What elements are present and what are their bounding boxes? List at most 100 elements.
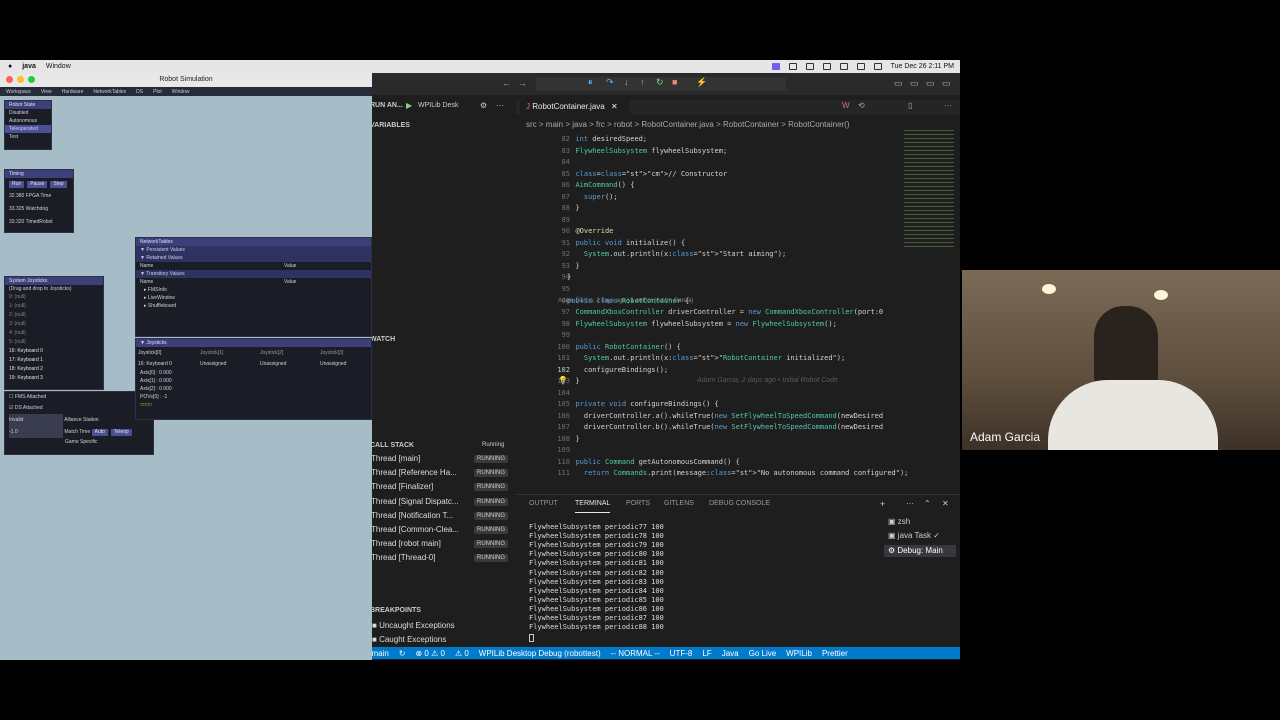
step-button[interactable]: Step <box>50 181 67 188</box>
gear-icon[interactable]: ⚙ <box>480 101 487 110</box>
more-icon[interactable]: ··· <box>906 499 914 508</box>
panel-tab-terminal[interactable]: TERMINAL <box>575 500 610 507</box>
state-disabled[interactable]: Disabled <box>5 109 51 117</box>
panel-tab-ports[interactable]: PORTS <box>626 500 650 507</box>
lightning-icon[interactable]: ⚡ <box>696 77 707 88</box>
system-joystick-item[interactable]: 0: (null) <box>5 293 103 302</box>
tab-robotcontainer[interactable]: J RobotContainer.java ✕ <box>520 100 630 114</box>
encoding-status[interactable]: UTF-8 <box>670 649 693 658</box>
debug-config-status[interactable]: WPILib Desktop Debug (robottest) <box>479 649 601 658</box>
prettier-status[interactable]: Prettier <box>822 649 848 658</box>
system-joystick-item[interactable]: 4: (null) <box>5 329 103 338</box>
robot-state-title[interactable]: Robot State <box>5 101 51 109</box>
language-status[interactable]: Java <box>722 649 739 658</box>
nt-item[interactable]: ▸ FMSInfo <box>136 286 371 294</box>
tray-icon[interactable] <box>822 63 831 70</box>
code-line[interactable]: System.out.println(x:class="st">"RobotCo… <box>567 354 845 362</box>
step-over-icon[interactable]: ↷ <box>606 77 614 88</box>
thread-row[interactable]: Thread [Common-Clea... RUNNING <box>348 525 516 538</box>
sim-menu-view[interactable]: View <box>41 89 52 95</box>
sim-menu-plot[interactable]: Plot <box>153 89 162 95</box>
code-line[interactable]: public Command getAutonomousCommand() { <box>567 458 739 466</box>
watch-header[interactable]: WATCH <box>370 336 395 343</box>
persistent-values[interactable]: ▼ Persistent Values <box>136 246 371 254</box>
more-icon[interactable]: ··· <box>496 101 504 110</box>
code-line[interactable]: } <box>567 377 579 385</box>
menu-window[interactable]: Window <box>46 63 71 70</box>
code-line[interactable]: } <box>567 273 571 281</box>
debug-pause-icon[interactable]: ⏸ <box>588 77 593 88</box>
code-line[interactable]: private void configureBindings() { <box>567 400 718 408</box>
forward-icon[interactable]: → <box>518 78 527 88</box>
code-line[interactable]: FlywheelSubsystem flywheelSubsystem; <box>567 147 727 155</box>
bp-caught[interactable]: ■ Caught Exceptions <box>372 635 446 644</box>
code-line[interactable]: CommandXboxController driverController =… <box>567 308 883 316</box>
sim-menu-workspace[interactable]: Workspace <box>6 89 31 95</box>
auto-button[interactable]: Auto <box>91 429 108 436</box>
minimap[interactable] <box>904 130 954 250</box>
networktables-title[interactable]: NetworkTables <box>136 238 371 246</box>
code-line[interactable]: @Override <box>567 227 613 235</box>
wifi-icon[interactable] <box>856 63 865 70</box>
screen-record-icon[interactable] <box>771 63 780 70</box>
warnings-status[interactable]: ⚠ 0 <box>455 649 469 658</box>
layout-icon[interactable]: ▭ <box>894 78 903 89</box>
alliance-select[interactable]: Invalid <box>9 414 63 426</box>
code-line[interactable]: public class RobotContainer { <box>567 297 689 305</box>
ds-attached[interactable]: ☑ DS Attached <box>5 403 153 414</box>
retained-values[interactable]: ▼ Retained Values <box>136 254 371 262</box>
state-teleoperated[interactable]: Teleoperated <box>5 125 51 133</box>
panel-tab-debug-console[interactable]: DEBUG CONSOLE <box>709 500 770 507</box>
bp-uncaught[interactable]: ■ Uncaught Exceptions <box>372 621 455 630</box>
menu-clock[interactable]: Tue Dec 26 2:11 PM <box>891 63 954 70</box>
code-line[interactable]: super(); <box>567 193 618 201</box>
layout-icon[interactable]: ▭ <box>926 78 935 89</box>
code-line[interactable]: AimCommand() { <box>567 181 634 189</box>
system-joystick-item[interactable]: 5: (null) <box>5 338 103 347</box>
code-line[interactable]: return Commands.print(message:class="st"… <box>567 469 909 477</box>
close-icon[interactable]: ✕ <box>942 499 949 508</box>
thread-row[interactable]: Thread [robot main] RUNNING <box>348 539 516 552</box>
code-line[interactable]: configureBindings(); <box>567 366 668 374</box>
panel-tab-output[interactable]: OUTPUT <box>529 500 558 507</box>
sim-menu-window[interactable]: Window <box>172 89 190 95</box>
stop-icon[interactable]: ■ <box>672 77 677 87</box>
nt-item[interactable]: ▸ Shuffleboard <box>136 302 371 310</box>
teleop-button[interactable]: Teleop <box>110 429 132 436</box>
apple-icon[interactable]: ● <box>8 63 12 70</box>
split-editor-icon[interactable]: ▯ <box>908 101 912 110</box>
system-joystick-item[interactable]: 18: Keyboard 2 <box>5 365 103 374</box>
code-line[interactable]: } <box>567 204 579 212</box>
zoom-window-icon[interactable] <box>28 76 35 83</box>
run-button[interactable]: Run <box>9 181 25 188</box>
nt-item[interactable]: ▸ LiveWindow <box>136 294 371 302</box>
joystick-col[interactable]: Joystick[2] <box>260 347 283 359</box>
session-zsh[interactable]: ▣ zsh <box>888 517 910 526</box>
thread-row[interactable]: Thread [Finalizer] RUNNING <box>348 482 516 495</box>
new-terminal-icon[interactable]: + <box>880 499 885 509</box>
code-line[interactable]: public void initialize() { <box>567 239 685 247</box>
timing-title[interactable]: Timing <box>5 170 73 178</box>
close-icon[interactable]: ✕ <box>611 102 618 111</box>
go-live-button[interactable]: Go Live <box>749 649 777 658</box>
session-java[interactable]: ▣ java Task ✓ <box>888 531 940 540</box>
wpilib-icon[interactable]: W <box>842 101 850 110</box>
thread-row[interactable]: Thread [main] RUNNING <box>348 454 516 467</box>
joystick-col[interactable]: Joystick[0] <box>138 347 161 359</box>
call-stack-header[interactable]: CALL STACK <box>370 442 414 449</box>
tray-icon[interactable] <box>839 63 848 70</box>
fms-attached[interactable]: ☐ FMS Attached <box>5 392 153 403</box>
session-debug-main[interactable]: ⚙ Debug: Main <box>884 545 956 557</box>
system-joystick-item[interactable]: 3: (null) <box>5 320 103 329</box>
eol-status[interactable]: LF <box>702 649 711 658</box>
problems-status[interactable]: ⊗ 0 ⚠ 0 <box>416 649 445 658</box>
code-line[interactable]: class=class="st">"cm">// Constructor <box>567 170 727 178</box>
code-line[interactable]: driverController.a().whileTrue(new SetFl… <box>567 412 883 420</box>
more-icon[interactable]: ··· <box>944 101 952 110</box>
transitory-values[interactable]: ▼ Transitory Values <box>136 270 371 278</box>
code-line[interactable]: driverController.b().whileTrue(new SetFl… <box>567 423 883 431</box>
history-icon[interactable]: ⟲ <box>858 101 865 110</box>
tray-icon[interactable] <box>805 63 814 70</box>
maximize-icon[interactable]: ⌃ <box>924 499 931 508</box>
thread-row[interactable]: Thread [Notification T... RUNNING <box>348 511 516 524</box>
